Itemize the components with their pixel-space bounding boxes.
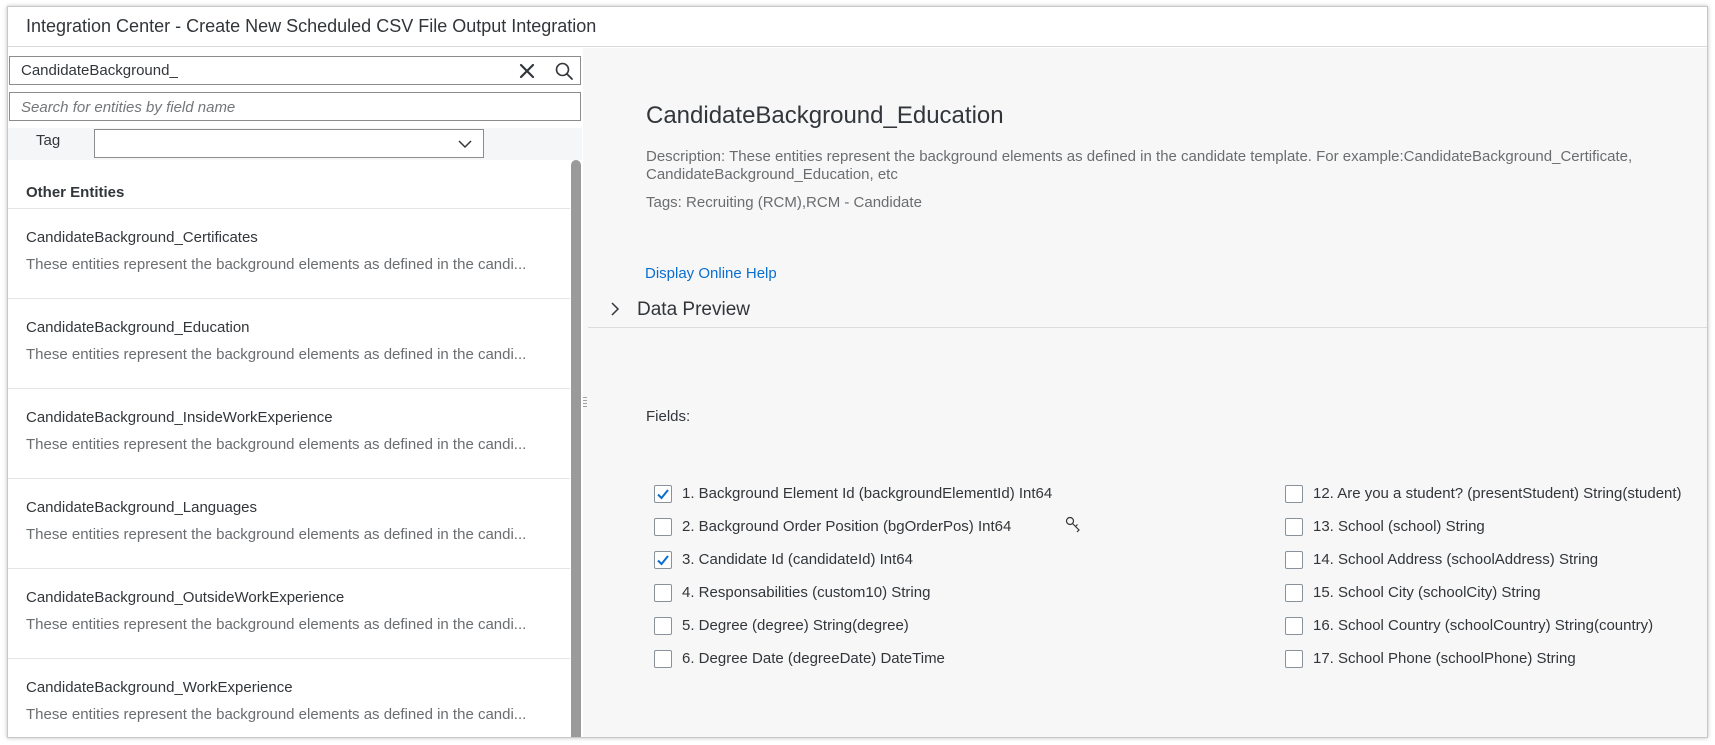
field-checkbox[interactable] xyxy=(654,518,672,536)
field-label: 2. Background Order Position (bgOrderPos… xyxy=(682,518,1012,535)
list-item[interactable]: CandidateBackground_Certificates These e… xyxy=(8,209,570,299)
tag-select[interactable] xyxy=(94,129,484,158)
entity-detail-pane: CandidateBackground_Education Descriptio… xyxy=(588,48,1707,737)
field-label: 13. School (school) String xyxy=(1313,518,1485,535)
entity-description: These entities represent the background … xyxy=(26,706,527,723)
scrollbar-thumb[interactable] xyxy=(571,160,581,737)
entity-name: CandidateBackground_OutsideWorkExperienc… xyxy=(26,589,345,606)
integration-center-window: Integration Center - Create New Schedule… xyxy=(7,6,1708,738)
data-preview-label: Data Preview xyxy=(637,299,750,320)
field-label: 14. School Address (schoolAddress) Strin… xyxy=(1313,551,1599,568)
entity-name: CandidateBackground_Certificates xyxy=(26,229,258,246)
clear-icon[interactable] xyxy=(517,61,537,81)
entity-description: These entities represent the background … xyxy=(26,436,527,453)
field-checkbox[interactable] xyxy=(654,485,672,503)
entity-search-value: CandidateBackground_ xyxy=(21,62,178,79)
mouse-cursor-icon xyxy=(1065,516,1083,534)
page-title: Integration Center - Create New Schedule… xyxy=(26,16,597,36)
list-item[interactable]: CandidateBackground_InsideWorkExperience… xyxy=(8,389,570,479)
fields-label: Fields: xyxy=(646,408,691,425)
field-label: 12. Are you a student? (presentStudent) … xyxy=(1313,485,1682,502)
list-item[interactable]: CandidateBackground_Education These enti… xyxy=(8,299,570,389)
list-item[interactable]: CandidateBackground_OutsideWorkExperienc… xyxy=(8,569,570,659)
field-label: 6. Degree Date (degreeDate) DateTime xyxy=(682,650,945,667)
online-help-link[interactable]: Display Online Help xyxy=(645,265,777,282)
list-scrollbar[interactable] xyxy=(570,160,582,737)
entity-search-input[interactable]: CandidateBackground_ xyxy=(9,56,581,85)
field-checkbox[interactable] xyxy=(654,617,672,635)
field-checkbox[interactable] xyxy=(1285,518,1303,536)
field-checkbox[interactable] xyxy=(1285,650,1303,668)
entity-description: These entities represent the background … xyxy=(26,616,527,633)
field-label: 3. Candidate Id (candidateId) Int64 xyxy=(682,551,913,568)
field-checkbox[interactable] xyxy=(654,551,672,569)
entity-description-text: Description: These entities represent th… xyxy=(646,148,1633,183)
entity-name: CandidateBackground_WorkExperience xyxy=(26,679,293,696)
entity-list: Other Entities CandidateBackground_Certi… xyxy=(8,160,570,737)
field-checkbox[interactable] xyxy=(1285,584,1303,602)
entity-description: These entities represent the background … xyxy=(26,526,527,543)
search-icon[interactable] xyxy=(554,61,574,81)
title-bar: Integration Center - Create New Schedule… xyxy=(8,7,1707,47)
field-label: 1. Background Element Id (backgroundElem… xyxy=(682,485,1053,502)
list-item[interactable]: CandidateBackground_Languages These enti… xyxy=(8,479,570,569)
field-label: 4. Responsabilities (custom10) String xyxy=(682,584,931,601)
field-checkbox[interactable] xyxy=(654,650,672,668)
entity-name: CandidateBackground_Education xyxy=(26,319,250,336)
entity-description: These entities represent the background … xyxy=(26,346,527,363)
entity-name: CandidateBackground_InsideWorkExperience xyxy=(26,409,333,426)
field-label: 17. School Phone (schoolPhone) String xyxy=(1313,650,1576,667)
entity-title: CandidateBackground_Education xyxy=(646,102,1004,129)
splitter-grip-icon[interactable] xyxy=(583,397,587,409)
entity-name: CandidateBackground_Languages xyxy=(26,499,258,516)
data-preview-section[interactable]: Data Preview xyxy=(588,292,1707,328)
entity-description: These entities represent the background … xyxy=(26,256,527,273)
field-checkbox[interactable] xyxy=(1285,485,1303,503)
field-name-search-placeholder: Search for entities by field name xyxy=(21,99,236,116)
group-header: Other Entities xyxy=(8,160,570,209)
list-item[interactable]: CandidateBackground_WorkExperience These… xyxy=(8,659,570,737)
entity-tags: Tags: Recruiting (RCM),RCM - Candidate xyxy=(646,194,922,211)
tag-label: Tag xyxy=(36,132,61,149)
group-header-label: Other Entities xyxy=(26,184,125,201)
field-label: 5. Degree (degree) String(degree) xyxy=(682,617,909,634)
chevron-right-icon[interactable] xyxy=(608,302,622,316)
field-checkbox[interactable] xyxy=(1285,551,1303,569)
entity-selector-pane: CandidateBackground_ Search for entities… xyxy=(8,48,582,737)
field-name-search-input[interactable]: Search for entities by field name xyxy=(9,92,581,121)
field-checkbox[interactable] xyxy=(654,584,672,602)
field-checkbox[interactable] xyxy=(1285,617,1303,635)
field-label: 16. School Country (schoolCountry) Strin… xyxy=(1313,617,1654,634)
field-label: 15. School City (schoolCity) String xyxy=(1313,584,1541,601)
chevron-down-icon[interactable] xyxy=(457,136,473,152)
